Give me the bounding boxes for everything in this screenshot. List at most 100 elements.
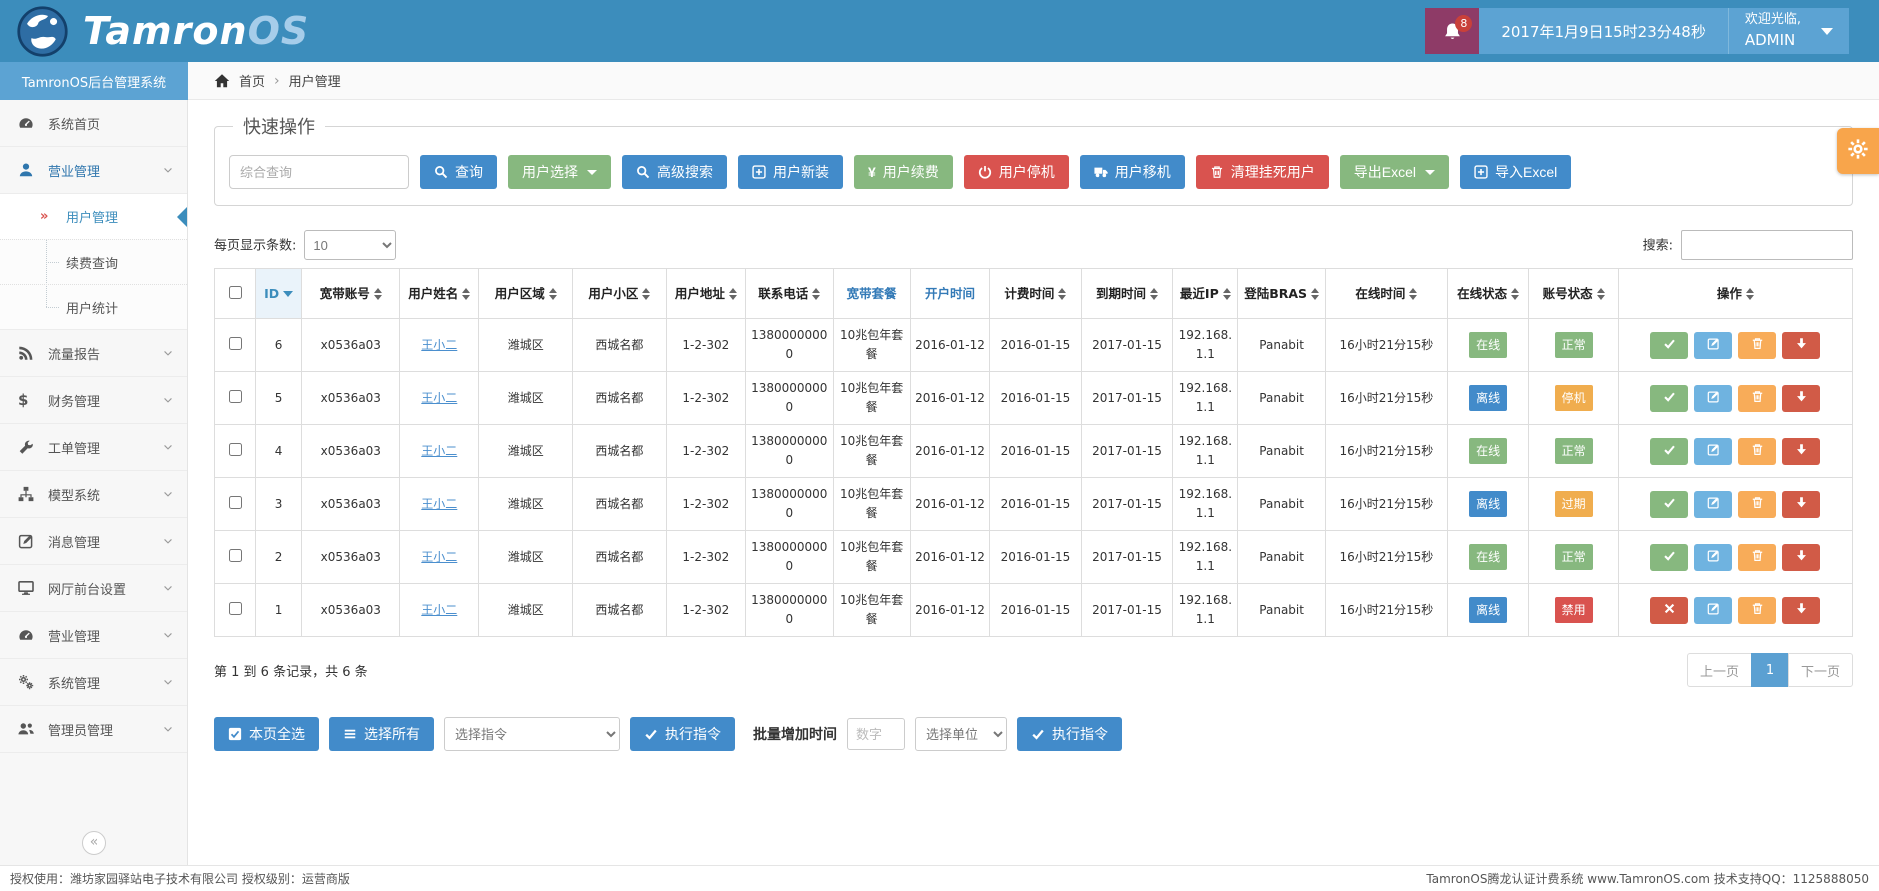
table-search-input[interactable]: [1681, 230, 1853, 260]
column-label: 账号状态: [1543, 286, 1593, 301]
column-header-bras[interactable]: 登陆BRAS: [1238, 269, 1325, 319]
sidebar-item[interactable]: $财务管理: [0, 377, 187, 424]
quickops-button[interactable]: ¥用户续费: [854, 155, 953, 189]
execute-command-button[interactable]: 执行指令: [630, 717, 735, 751]
user-name-link[interactable]: 王小二: [421, 497, 457, 511]
command-select[interactable]: 选择指令: [444, 717, 620, 751]
quickops-button[interactable]: 高级搜索: [622, 155, 727, 189]
select-all-button[interactable]: 选择所有: [329, 717, 434, 751]
logo[interactable]: TamronOS: [16, 4, 309, 58]
edit-action-button[interactable]: [1694, 544, 1732, 571]
quickops-button[interactable]: 用户选择: [508, 155, 611, 189]
check-action-button[interactable]: [1650, 491, 1688, 518]
user-name-link[interactable]: 王小二: [421, 444, 457, 458]
row-checkbox[interactable]: [229, 390, 242, 403]
sidebar-item[interactable]: 营业管理: [0, 612, 187, 659]
sidebar-subitem[interactable]: 续费查询: [0, 239, 187, 284]
row-checkbox[interactable]: [229, 549, 242, 562]
sidebar-subitem[interactable]: »用户管理: [0, 194, 187, 239]
column-header-bill_date[interactable]: 计费时间: [990, 269, 1082, 319]
edit-action-button[interactable]: [1694, 491, 1732, 518]
column-header-community[interactable]: 用户小区: [573, 269, 667, 319]
row-checkbox[interactable]: [229, 337, 242, 350]
column-header-plan[interactable]: 宽带套餐: [833, 269, 910, 319]
select-all-checkbox[interactable]: [229, 286, 242, 299]
trash-action-button[interactable]: [1738, 544, 1776, 571]
sidebar-item[interactable]: 流量报告: [0, 330, 187, 377]
unit-select[interactable]: 选择单位: [915, 717, 1007, 751]
column-header-actions[interactable]: 操作: [1618, 269, 1852, 319]
download-action-button[interactable]: [1782, 385, 1820, 412]
edit-action-button[interactable]: [1694, 597, 1732, 624]
pagination-next[interactable]: 下一页: [1788, 653, 1853, 687]
page-size-select[interactable]: 10: [304, 230, 396, 260]
download-action-button[interactable]: [1782, 597, 1820, 624]
row-checkbox[interactable]: [229, 602, 242, 615]
column-header-address[interactable]: 用户地址: [666, 269, 745, 319]
trash-action-button[interactable]: [1738, 438, 1776, 465]
trash-action-button[interactable]: [1738, 385, 1776, 412]
sidebar-collapse-button[interactable]: [82, 831, 106, 855]
column-header-phone[interactable]: 联系电话: [746, 269, 833, 319]
edit-action-button[interactable]: [1694, 438, 1732, 465]
quick-search-input[interactable]: [229, 155, 409, 189]
column-header-online_status[interactable]: 在线状态: [1447, 269, 1528, 319]
trash-action-button[interactable]: [1738, 491, 1776, 518]
quickops-button[interactable]: 导入Excel: [1460, 155, 1571, 189]
time-number-input[interactable]: [847, 718, 905, 750]
download-action-button[interactable]: [1782, 438, 1820, 465]
sidebar-item[interactable]: 系统管理: [0, 659, 187, 706]
sidebar-item[interactable]: 管理员管理: [0, 706, 187, 753]
settings-gear-button[interactable]: [1837, 128, 1879, 174]
sidebar-item[interactable]: 营业管理: [0, 147, 187, 194]
user-name-link[interactable]: 王小二: [421, 391, 457, 405]
download-action-button[interactable]: [1782, 332, 1820, 359]
download-action-button[interactable]: [1782, 491, 1820, 518]
sidebar-item[interactable]: 系统首页: [0, 100, 187, 147]
user-name-link[interactable]: 王小二: [421, 603, 457, 617]
quickops-button[interactable]: 用户停机: [964, 155, 1069, 189]
edit-action-button[interactable]: [1694, 385, 1732, 412]
user-menu[interactable]: 欢迎光临, ADMIN: [1728, 8, 1849, 54]
quickops-button[interactable]: 清理挂死用户: [1196, 155, 1329, 189]
check-action-button[interactable]: [1650, 438, 1688, 465]
column-header-ip[interactable]: 最近IP: [1173, 269, 1238, 319]
column-header-open_date[interactable]: 开户时间: [910, 269, 989, 319]
pagination-prev[interactable]: 上一页: [1687, 653, 1752, 687]
quickops-button[interactable]: 导出Excel: [1340, 155, 1449, 189]
row-checkbox[interactable]: [229, 496, 242, 509]
notifications-button[interactable]: 8: [1425, 8, 1479, 54]
x-action-button[interactable]: [1650, 597, 1688, 624]
sidebar-item[interactable]: 模型系统: [0, 471, 187, 518]
select-page-button[interactable]: 本页全选: [214, 717, 319, 751]
edit-action-button[interactable]: [1694, 332, 1732, 359]
column-header-name[interactable]: 用户姓名: [400, 269, 479, 319]
execute-time-button[interactable]: 执行指令: [1017, 717, 1122, 751]
trash-action-button[interactable]: [1738, 597, 1776, 624]
user-name-link[interactable]: 王小二: [421, 338, 457, 352]
sidebar-item[interactable]: 工单管理: [0, 424, 187, 471]
user-name-link[interactable]: 王小二: [421, 550, 457, 564]
column-header-region[interactable]: 用户区域: [479, 269, 573, 319]
sort-icon: [1511, 288, 1519, 300]
check-action-button[interactable]: [1650, 332, 1688, 359]
quickops-button[interactable]: 查询: [420, 155, 497, 189]
quickops-button[interactable]: 用户移机: [1080, 155, 1185, 189]
sidebar-item[interactable]: 网厅前台设置: [0, 565, 187, 612]
column-header-expire_date[interactable]: 到期时间: [1081, 269, 1173, 319]
trash-action-button[interactable]: [1738, 332, 1776, 359]
check-action-button[interactable]: [1650, 385, 1688, 412]
column-header-online_time[interactable]: 在线时间: [1325, 269, 1447, 319]
sidebar-subitem[interactable]: 用户统计: [0, 284, 187, 329]
check-action-button[interactable]: [1650, 544, 1688, 571]
row-checkbox[interactable]: [229, 443, 242, 456]
quickops-button[interactable]: 用户新装: [738, 155, 843, 189]
pagination-page[interactable]: 1: [1751, 653, 1789, 687]
breadcrumb-home[interactable]: 首页: [239, 71, 265, 90]
column-header-id[interactable]: ID: [255, 269, 302, 319]
column-header-account_status[interactable]: 账号状态: [1529, 269, 1619, 319]
sidebar-item[interactable]: 消息管理: [0, 518, 187, 565]
column-header-account[interactable]: 宽带账号: [302, 269, 400, 319]
cell-community: 西城名都: [573, 531, 667, 584]
download-action-button[interactable]: [1782, 544, 1820, 571]
